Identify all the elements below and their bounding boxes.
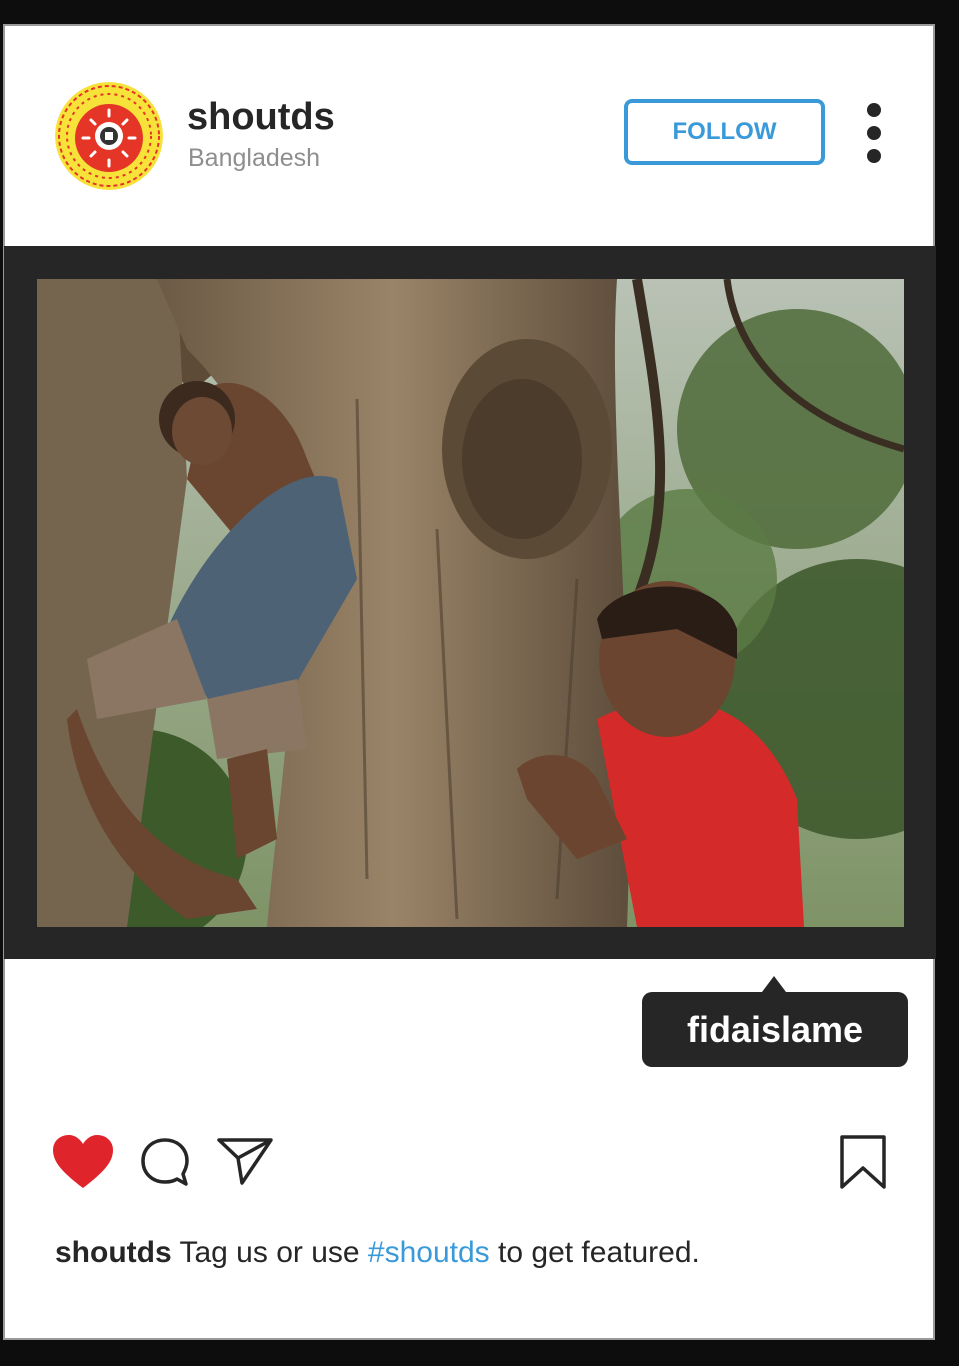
caption-text-after: to get featured. [498,1236,700,1269]
shout-logo-icon [55,82,163,190]
post-username[interactable]: shoutds [187,96,335,139]
caption-username[interactable]: shoutds [55,1236,172,1269]
caption-text-before: Tag us or use [179,1236,360,1269]
post-photo[interactable] [37,279,904,927]
avatar[interactable] [55,82,163,190]
bookmark-icon[interactable] [838,1134,888,1190]
more-vertical-icon[interactable] [860,100,888,166]
tag-pointer [762,976,786,992]
comment-icon[interactable] [139,1136,191,1188]
follow-button[interactable]: FOLLOW [624,99,825,165]
caption-hashtag[interactable]: #shoutds [368,1236,490,1269]
post-location[interactable]: Bangladesh [188,144,320,173]
photo-tag[interactable]: fidaislame [642,976,908,1068]
heart-filled-icon[interactable] [52,1134,114,1190]
send-icon[interactable] [216,1136,274,1186]
tagged-user-label[interactable]: fidaislame [642,992,908,1067]
post-caption: shoutds Tag us or use #shoutds to get fe… [55,1236,700,1270]
